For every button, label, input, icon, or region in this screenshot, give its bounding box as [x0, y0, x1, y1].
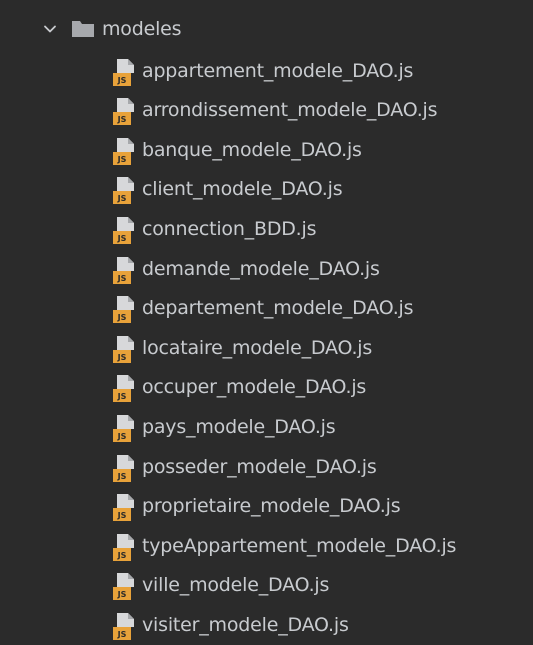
file-row-4[interactable]: JS connection_BDD.js: [0, 208, 533, 249]
file-row-6[interactable]: JS departement_modele_DAO.js: [0, 288, 533, 329]
js-icon-badge-text: JS: [117, 353, 127, 362]
file-row-10[interactable]: JS posseder_modele_DAO.js: [0, 446, 533, 487]
js-file-icon: JS: [113, 374, 137, 403]
js-icon-badge-text: JS: [117, 392, 127, 401]
file-label: banque_modele_DAO.js: [142, 138, 362, 161]
project-file-tree: modeles JS appartement_modele_DAO.js JS …: [0, 0, 533, 643]
js-file-icon: JS: [113, 58, 137, 86]
file-label: locataire_modele_DAO.js: [142, 336, 373, 359]
file-label: posseder_modele_DAO.js: [142, 455, 377, 478]
file-label: occuper_modele_DAO.js: [142, 376, 367, 399]
js-icon-badge-text: JS: [117, 472, 127, 481]
file-row-9[interactable]: JS pays_modele_DAO.js: [0, 406, 533, 447]
file-label: pays_modele_DAO.js: [142, 415, 336, 438]
js-file-icon: JS: [113, 533, 137, 561]
file-label: arrondissement_modele_DAO.js: [142, 99, 438, 122]
js-icon-badge-text: JS: [117, 76, 127, 85]
file-label: proprietaire_modele_DAO.js: [142, 495, 401, 518]
file-label: departement_modele_DAO.js: [142, 297, 414, 320]
js-icon-badge-text: JS: [117, 551, 127, 560]
file-row-3[interactable]: JS client_modele_DAO.js: [0, 169, 533, 210]
js-file-icon: JS: [113, 137, 137, 165]
js-icon-badge-text: JS: [117, 234, 127, 243]
js-file-icon: JS: [113, 256, 137, 284]
js-file-icon: JS: [113, 414, 137, 442]
folder-label: modeles: [102, 17, 182, 40]
file-row-7[interactable]: JS locataire_modele_DAO.js: [0, 327, 533, 368]
js-icon-badge-text: JS: [117, 432, 127, 441]
js-file-icon: JS: [113, 216, 137, 244]
js-file-icon: JS: [113, 454, 137, 482]
js-file-icon: JS: [113, 295, 137, 324]
js-file-icon: JS: [113, 335, 137, 363]
js-file-icon: JS: [113, 493, 137, 522]
file-label: appartement_modele_DAO.js: [142, 59, 414, 82]
js-icon-badge-text: JS: [117, 194, 127, 203]
file-label: client_modele_DAO.js: [142, 178, 343, 201]
file-row-11[interactable]: JS proprietaire_modele_DAO.js: [0, 486, 533, 527]
file-label: visiter_modele_DAO.js: [142, 613, 349, 636]
file-label: ville_modele_DAO.js: [142, 574, 330, 597]
chevron-down-icon[interactable]: [42, 21, 58, 37]
file-row-14[interactable]: JS visiter_modele_DAO.js: [0, 604, 533, 645]
file-label: typeAppartement_modele_DAO.js: [142, 534, 457, 557]
file-row-8[interactable]: JS occuper_modele_DAO.js: [0, 367, 533, 408]
js-file-icon: JS: [113, 176, 137, 205]
js-file-icon: JS: [113, 97, 137, 126]
js-icon-badge-text: JS: [117, 511, 127, 520]
file-label: connection_BDD.js: [142, 217, 317, 240]
file-row-13[interactable]: JS ville_modele_DAO.js: [0, 565, 533, 606]
js-icon-badge-text: JS: [117, 590, 127, 599]
js-icon-badge-text: JS: [117, 313, 127, 322]
file-row-12[interactable]: JS typeAppartement_modele_DAO.js: [0, 525, 533, 566]
js-file-icon: JS: [113, 572, 137, 601]
folder-row-modeles[interactable]: modeles: [0, 8, 533, 49]
file-row-2[interactable]: JS banque_modele_DAO.js: [0, 129, 533, 170]
js-icon-badge-text: JS: [117, 115, 127, 124]
file-row-1[interactable]: JS arrondissement_modele_DAO.js: [0, 90, 533, 131]
file-row-0[interactable]: JS appartement_modele_DAO.js: [0, 50, 533, 91]
file-label: demande_modele_DAO.js: [142, 257, 380, 280]
folder-icon: [72, 20, 94, 37]
js-icon-badge-text: JS: [117, 155, 127, 164]
js-file-icon: JS: [113, 612, 137, 640]
js-icon-badge-text: JS: [117, 630, 127, 639]
js-icon-badge-text: JS: [117, 274, 127, 283]
file-row-5[interactable]: JS demande_modele_DAO.js: [0, 248, 533, 289]
